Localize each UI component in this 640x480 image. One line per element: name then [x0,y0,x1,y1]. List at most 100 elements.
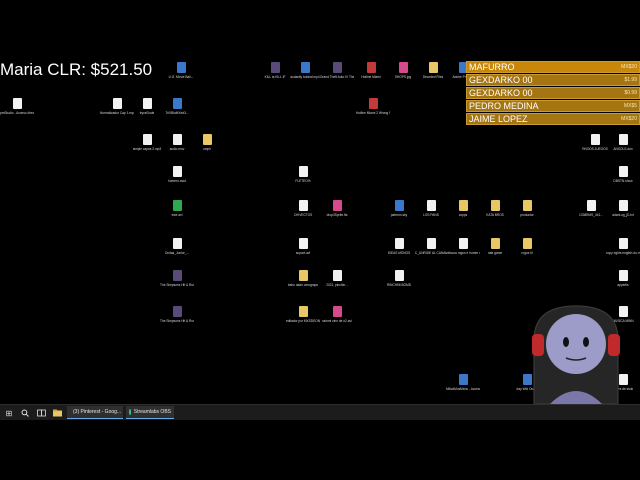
desktop-icon[interactable]: editador por MXSDEON [286,306,320,323]
file-icon [142,134,152,145]
desktop-icon-label: ewe.avi [171,213,183,217]
desktop-icon[interactable]: drop3Sprite.fla [320,200,354,217]
desktop-icon[interactable]: homero.mod [160,166,194,183]
donor-name: MAFURRO [469,62,515,72]
desktop-icon[interactable]: productor [510,200,544,217]
desktop-icon-label: KILL la KILL IF [264,75,286,79]
taskbar: ⊞ (3) Pinterest - Goog... Streamlabs OBS [0,404,640,420]
desktop-icon[interactable]: 1338RMS_341... [574,200,608,217]
desktop-icon[interactable]: KATA BROS [478,200,512,217]
desktop-icon[interactable]: adanLog_jD.txt [606,200,640,217]
desktop-icon-label: TriXBlaMXed3... [165,111,189,115]
file-explorer-icon[interactable] [51,407,63,419]
search-icon[interactable] [19,407,31,419]
desktop-icon[interactable]: MilsolMusMenu - Acceso directo [446,374,480,391]
desktop-icon[interactable]: Normalizador Cap 1.mp4 [100,98,134,115]
file-icon [586,200,596,211]
file-icon [332,270,342,281]
desktop-icon[interactable]: Ondas_Junior_... [160,238,194,255]
folder-icon [490,200,500,211]
file-icon [172,270,182,281]
desktop-icon[interactable]: Hotline Miami [354,62,388,79]
folder-icon [458,200,468,211]
desktop-icon[interactable]: ewe.avi [160,200,194,217]
desktop-icon-label: pmStudio - Acceso directo [0,111,34,115]
desktop-icon[interactable]: milsoca rogus e homer du tncr... [446,238,480,255]
desktop-icon-label: CHIVECTOS [293,213,313,217]
desktop-icon[interactable]: pmStudio - Acceso directo [0,98,34,115]
file-icon [366,62,376,73]
desktop-icon[interactable]: CHIVECTOS [286,200,320,217]
desktop-icon[interactable]: 2021, pinchin... [320,270,354,287]
windows-icon: ⊞ [5,408,13,418]
folder-icon [202,134,212,145]
desktop-icon-label: audio.mov [169,147,185,151]
desktop-icon[interactable]: TriXBlaMXed3... [160,98,194,115]
donation-row: JAIME LOPEZ MX$20 [466,113,640,125]
desktop-icon[interactable]: simple capas 2.mp3 [130,134,164,151]
desktop-icon[interactable]: copy rights english du.rn... [606,238,640,255]
folder-icon [298,306,308,317]
headphone-left-icon [532,334,544,356]
desktop-icon-label: productor [520,213,534,217]
donation-row: GEXDARKO 00 $0.99 [466,87,640,99]
desktop-icon[interactable]: ssinmi cinn de o2.avi [320,306,354,323]
desktop-icon[interactable]: RINCH56 BOMD [382,270,416,287]
taskbar-item-chrome[interactable]: (3) Pinterest - Goog... [67,406,123,419]
file-icon [172,166,182,177]
file-icon [172,98,182,109]
file-icon [12,98,22,109]
desktop-icon[interactable]: scpoot.avi [286,238,320,255]
desktop-icon[interactable]: SHOPS.jpg [386,62,420,79]
file-icon [332,200,342,211]
desktop-icon[interactable]: patreon.sky [382,200,416,217]
task-view-icon[interactable] [35,407,47,419]
desktop-icon[interactable]: DBSTN.show [606,166,640,183]
donor-name: PEDRO MEDINA [469,101,539,111]
desktop-icon[interactable]: Decoded Files [416,62,450,79]
desktop-icon[interactable]: LOS PANS [414,200,448,217]
desktop-icon[interactable]: copps [446,200,480,217]
file-icon [394,200,404,211]
desktop-icon[interactable]: IDEAS MONOS [382,238,416,255]
folder-icon [490,238,500,249]
desktop-icon-label: Ondas_Junior_... [164,251,190,255]
desktop-icon[interactable]: baho dado omograpo [286,270,320,287]
desktop-icon-label: drop3Sprite.fla [326,213,348,217]
donation-amount: $1.99 [624,77,637,83]
desktop-icon[interactable]: appeels [606,270,640,287]
file-icon [332,62,342,73]
desktop-icon[interactable]: Grand Theft Auto IV The Complete... [320,62,354,79]
desktop: Maria CLR: $521.50 U.G. Movie Ball... KIL… [0,0,640,404]
desktop-icon-label: appeels [617,283,629,287]
folder-icon [522,238,532,249]
desktop-icon[interactable]: audio.mov [160,134,194,151]
desktop-icon[interactable]: umph [190,134,224,151]
desktop-icon[interactable]: audacity tutorial mp4 [288,62,322,79]
desktop-icon-label: Hotline Miami 2 Wrong Number [356,111,390,115]
desktop-icon[interactable]: Hotline Miami 2 Wrong Number [356,98,390,115]
desktop-icon[interactable]: C_UNRIDE AL CANAL [414,238,448,255]
desktop-icon-label: Normalizador Cap 1.mp4 [100,111,134,115]
start-button[interactable]: ⊞ [3,407,15,419]
file-icon [368,98,378,109]
desktop-icon[interactable]: U.G. Movie Ball... [164,62,198,79]
desktop-icon-label: Decoded Files [422,75,444,79]
taskbar-item-streamlabs[interactable]: Streamlabs OBS [126,406,174,419]
taskbar-item-label: Streamlabs OBS [133,409,171,415]
desktop-icon[interactable]: FLETEO% [286,166,320,183]
desktop-icon[interactable]: ANSOLS.dun [606,134,640,151]
desktop-icon[interactable]: tryceDude [130,98,164,115]
streamlabs-icon [129,409,131,415]
file-icon [298,238,308,249]
mascot-head [546,314,606,374]
file-icon [142,98,152,109]
desktop-icon-label: 2021, pinchin... [326,283,348,287]
headphone-right-icon [608,334,620,356]
desktop-icon[interactable]: rogus fil [510,238,544,255]
desktop-icon-label: homero.mod [168,179,186,183]
desktop-icon[interactable]: rafa game [478,238,512,255]
desktop-icon[interactable]: The Simpsons Hit & Run by Mixe... [160,306,194,323]
desktop-icon[interactable]: The Simpsons Hit & Run by Mixer... [160,270,194,287]
desktop-icon[interactable]: KILL la KILL IF [258,62,292,79]
